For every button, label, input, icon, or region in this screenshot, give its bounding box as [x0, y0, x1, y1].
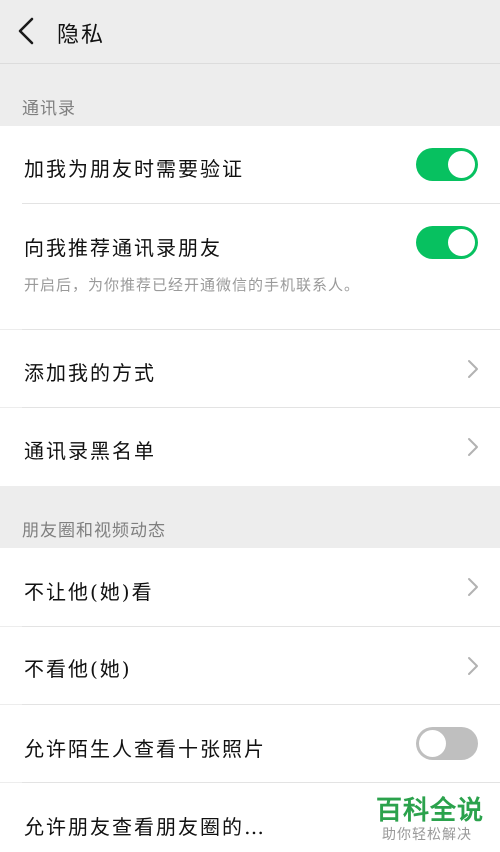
row-label: 允许陌生人查看十张照片	[24, 737, 266, 761]
row-hide-my-moments[interactable]: 不让他(她)看	[0, 548, 500, 626]
back-button[interactable]	[12, 14, 44, 48]
chevron-right-icon	[466, 655, 480, 677]
chevron-right-icon	[466, 358, 480, 380]
row-allow-strangers-ten-photos[interactable]: 允许陌生人查看十张照片	[0, 705, 500, 782]
navigation-bar: 隐私	[0, 0, 500, 64]
section-title-moments: 朋友圈和视频动态	[22, 521, 166, 541]
row-label: 允许朋友查看朋友圈的…	[24, 815, 266, 839]
verify-friend-toggle[interactable]	[416, 148, 478, 181]
row-label: 添加我的方式	[24, 361, 156, 385]
chevron-right-icon	[466, 576, 480, 598]
row-add-me-methods[interactable]: 添加我的方式	[0, 330, 500, 407]
row-label: 不看他(她)	[24, 657, 132, 681]
strangers-photos-toggle[interactable]	[416, 727, 478, 760]
page-title: 隐私	[57, 23, 106, 48]
section-header-moments: 朋友圈和视频动态	[0, 486, 500, 548]
row-contacts-blacklist[interactable]: 通讯录黑名单	[0, 408, 500, 486]
toggle-knob	[448, 151, 475, 178]
section-header-contacts: 通讯录	[0, 64, 500, 126]
row-hide-their-moments[interactable]: 不看他(她)	[0, 627, 500, 704]
row-recommend-contacts[interactable]: 向我推荐通讯录朋友 开启后，为你推荐已经开通微信的手机联系人。	[0, 204, 500, 329]
row-label: 通讯录黑名单	[24, 439, 156, 463]
row-label: 加我为朋友时需要验证	[24, 157, 244, 181]
watermark-logo: 百科全说	[376, 796, 485, 826]
recommend-contacts-toggle[interactable]	[416, 226, 478, 259]
row-label: 不让他(她)看	[24, 580, 154, 604]
watermark-subtitle: 助你轻松解决	[382, 827, 472, 843]
chevron-left-icon	[12, 14, 44, 48]
row-verify-friend-requests[interactable]: 加我为朋友时需要验证	[0, 126, 500, 204]
chevron-right-icon	[466, 436, 480, 458]
section-title-contacts: 通讯录	[22, 99, 76, 119]
row-label: 向我推荐通讯录朋友	[24, 236, 222, 260]
watermark: 百科全说 助你轻松解决	[360, 788, 500, 852]
toggle-knob	[448, 229, 475, 256]
toggle-knob	[419, 730, 446, 757]
row-description: 开启后，为你推荐已经开通微信的手机联系人。	[24, 276, 361, 294]
